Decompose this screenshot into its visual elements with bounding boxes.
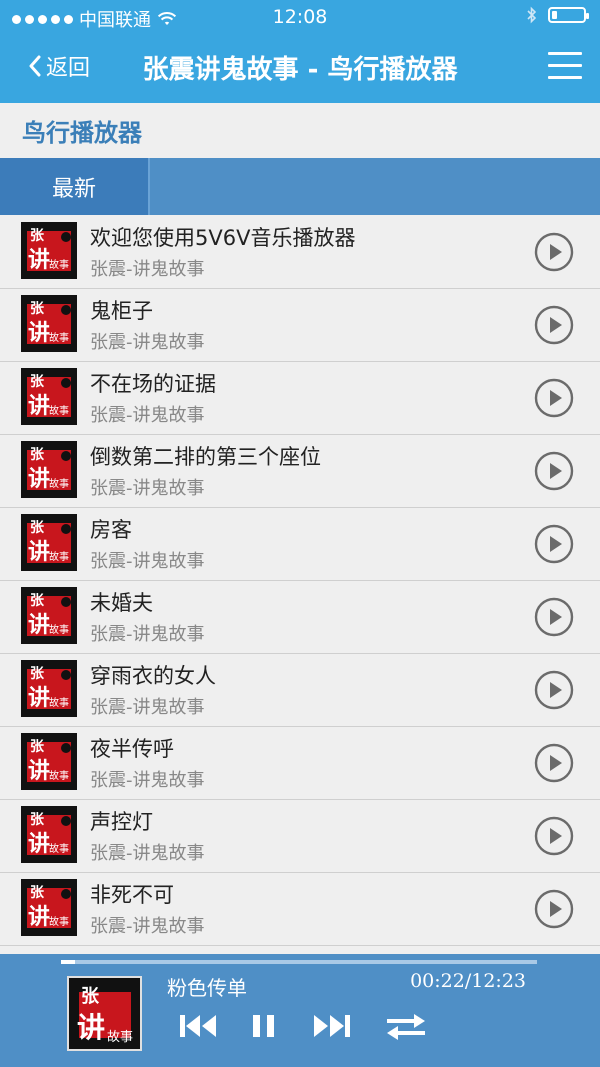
track-cover: 张讲故事 <box>21 733 77 790</box>
track-artist: 张震-讲鬼故事 <box>90 624 205 645</box>
track-title: 倒数第二排的第三个座位 <box>90 445 321 469</box>
track-title: 未婚夫 <box>90 591 153 615</box>
track-title: 房客 <box>90 518 132 542</box>
app-header: 中国联通 12:08 返回 张震讲鬼故事 - 鸟行播放器 <box>0 0 600 103</box>
bluetooth-icon <box>527 6 537 24</box>
track-cover: 张讲故事 <box>21 441 77 498</box>
track-cover: 张讲故事 <box>21 368 77 425</box>
track-list: 张讲故事 欢迎您使用5V6V音乐播放器 张震-讲鬼故事张讲故事 鬼柜子 张震-讲鬼故事张… <box>0 216 600 946</box>
track-row[interactable]: 张讲故事 鬼柜子张震-讲鬼故事 <box>0 289 600 362</box>
track-title: 夜半传呼 <box>90 737 174 761</box>
back-label: 返回 <box>46 56 91 81</box>
hamburger-menu-icon[interactable] <box>548 52 582 80</box>
now-playing-title: 粉色传单 <box>167 976 247 1000</box>
tab-latest[interactable]: 最新 <box>0 158 150 215</box>
track-artist: 张震-讲鬼故事 <box>90 843 205 864</box>
track-row[interactable]: 张讲故事 未婚夫张震-讲鬼故事 <box>0 581 600 654</box>
play-icon[interactable] <box>534 232 574 272</box>
play-icon[interactable] <box>534 670 574 710</box>
now-playing-cover: 张 讲 故事 <box>67 976 142 1051</box>
track-artist: 张震-讲鬼故事 <box>90 770 205 791</box>
track-cover: 张讲故事 <box>21 660 77 717</box>
track-row[interactable]: 张讲故事 非死不可张震-讲鬼故事 <box>0 873 600 946</box>
track-title: 欢迎您使用5V6V音乐播放器 <box>90 226 356 250</box>
page-title: 张震讲鬼故事 - 鸟行播放器 <box>142 55 458 85</box>
section-title: 鸟行播放器 <box>22 119 142 147</box>
section-header: 鸟行播放器 <box>0 103 600 158</box>
track-row[interactable]: 张讲故事 穿雨衣的女人 张震-讲鬼故事 <box>0 654 600 727</box>
previous-icon[interactable] <box>178 1012 220 1040</box>
track-artist: 张震-讲鬼故事 <box>90 332 205 353</box>
track-cover: 张讲故事 <box>21 295 77 352</box>
chevron-left-icon <box>29 55 41 77</box>
track-title: 声控灯 <box>90 810 153 834</box>
track-artist: 张震-讲鬼故事 <box>90 551 205 572</box>
track-artist: 张震-讲鬼故事 <box>90 916 205 937</box>
play-icon[interactable] <box>534 524 574 564</box>
track-row[interactable]: 张讲故事 房客张震-讲鬼故事 <box>0 508 600 581</box>
track-cover: 张讲故事 <box>21 514 77 571</box>
track-row[interactable]: 张讲故事 不在场的证据 张震-讲鬼故事 <box>0 362 600 435</box>
back-button[interactable]: 返回 <box>28 50 90 82</box>
play-icon[interactable] <box>534 597 574 637</box>
battery-icon <box>548 7 589 23</box>
track-artist: 张震-讲鬼故事 <box>90 478 205 499</box>
track-row[interactable]: 张讲故事 欢迎您使用5V6V音乐播放器 张震-讲鬼故事 <box>0 216 600 289</box>
nav-bar: 返回 张震讲鬼故事 - 鸟行播放器 <box>0 34 600 103</box>
repeat-icon[interactable] <box>385 1012 427 1042</box>
play-icon[interactable] <box>534 378 574 418</box>
track-title: 非死不可 <box>90 883 174 907</box>
track-row[interactable]: 张讲故事 夜半传呼张震-讲鬼故事 <box>0 727 600 800</box>
track-title: 鬼柜子 <box>90 299 153 323</box>
track-cover: 张讲故事 <box>21 879 77 936</box>
track-artist: 张震-讲鬼故事 <box>90 259 205 280</box>
play-icon[interactable] <box>534 305 574 345</box>
track-title: 不在场的证据 <box>90 372 216 396</box>
track-cover: 张讲故事 <box>21 222 77 279</box>
play-icon[interactable] <box>534 889 574 929</box>
progress-fill <box>61 960 76 964</box>
pause-icon[interactable] <box>250 1012 278 1040</box>
playback-time: 00:22/12:23 <box>410 970 526 992</box>
playback-progress-bar[interactable] <box>61 960 537 964</box>
track-row[interactable]: 张讲故事 声控灯张震-讲鬼故事 <box>0 800 600 873</box>
track-cover: 张讲故事 <box>21 806 77 863</box>
play-icon[interactable] <box>534 816 574 856</box>
track-cover: 张讲故事 <box>21 587 77 644</box>
play-icon[interactable] <box>534 451 574 491</box>
track-title: 穿雨衣的女人 <box>90 664 216 688</box>
status-bar: 中国联通 12:08 <box>0 0 600 34</box>
track-artist: 张震-讲鬼故事 <box>90 405 205 426</box>
next-icon[interactable] <box>310 1012 352 1040</box>
track-row[interactable]: 张讲故事 倒数第二排的第三个座位 张震-讲鬼故事 <box>0 435 600 508</box>
tab-bar: 最新 <box>0 158 600 215</box>
status-time: 12:08 <box>272 6 328 28</box>
play-icon[interactable] <box>534 743 574 783</box>
mini-player: 张 讲 故事 粉色传单 00:22/12:23 <box>0 954 600 1067</box>
track-artist: 张震-讲鬼故事 <box>90 697 205 718</box>
